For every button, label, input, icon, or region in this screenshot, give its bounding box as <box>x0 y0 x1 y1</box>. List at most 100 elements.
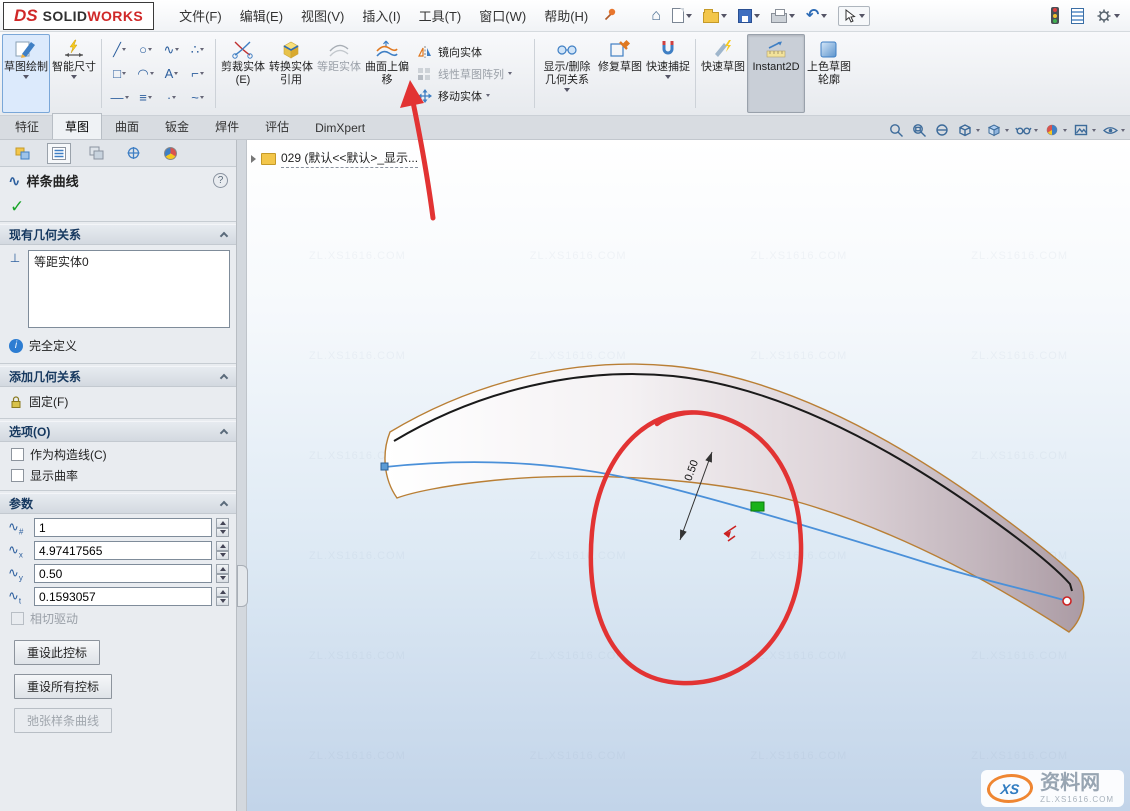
menu-file[interactable]: 文件(F) <box>170 0 231 32</box>
relax-spline-button[interactable]: 弛张样条曲线 <box>14 708 112 733</box>
checkbox[interactable] <box>11 448 24 461</box>
move-entities-button[interactable]: 移动实体 <box>416 88 526 104</box>
tab-features[interactable]: 特征 <box>2 113 52 139</box>
new-document-button[interactable] <box>672 8 692 23</box>
zoom-area-icon[interactable] <box>911 122 928 139</box>
undo-button[interactable]: ↶ <box>806 8 827 24</box>
tangent-drive-checkbox[interactable]: 相切驱动 <box>11 610 236 627</box>
view-settings-button[interactable] <box>1102 122 1125 139</box>
checkbox[interactable] <box>11 612 24 625</box>
spinner[interactable] <box>216 541 229 560</box>
spline-point-number-input[interactable] <box>34 518 212 537</box>
edit-appearance-button[interactable] <box>1044 122 1067 139</box>
select-tool-button[interactable] <box>838 6 870 26</box>
offset-entities-button[interactable]: 等距实体 <box>315 34 363 113</box>
section-view-icon[interactable] <box>934 122 951 139</box>
tab-evaluate[interactable]: 评估 <box>252 113 302 139</box>
rectangle-tool[interactable]: □ <box>107 62 132 85</box>
existing-relations-header[interactable]: 现有几何关系 <box>0 224 236 245</box>
menu-insert[interactable]: 插入(I) <box>353 0 409 32</box>
ellipse-tool[interactable]: ~ <box>185 86 210 109</box>
shaded-sketch-contours-button[interactable]: 上色草图轮廓 <box>805 34 853 113</box>
mirror-entities-button[interactable]: 镜向实体 <box>416 44 526 60</box>
spline-end-point[interactable] <box>1063 597 1071 605</box>
tab-dimxpert[interactable]: DimXpert <box>302 116 378 139</box>
smart-dimension-button[interactable]: 智能尺寸 <box>50 34 98 113</box>
rapid-sketch-button[interactable]: 快速草图 <box>699 34 747 113</box>
relation-item[interactable]: 等距实体0 <box>29 251 229 272</box>
menu-view[interactable]: 视图(V) <box>292 0 353 32</box>
display-manager-tab[interactable] <box>158 143 182 164</box>
tab-weldments[interactable]: 焊件 <box>202 113 252 139</box>
help-icon[interactable]: ? <box>213 173 228 188</box>
configuration-manager-tab[interactable] <box>84 143 108 164</box>
ok-button[interactable]: ✓ <box>10 197 24 217</box>
model-canvas[interactable]: 0.50 <box>247 140 1130 811</box>
zoom-fit-icon[interactable] <box>888 122 905 139</box>
tab-surfaces[interactable]: 曲面 <box>102 113 152 139</box>
point-tool[interactable]: ∴ <box>185 38 210 61</box>
fillet-tool[interactable]: ⌐ <box>185 62 210 85</box>
feature-manager-tab[interactable] <box>10 143 34 164</box>
pin-menu-icon[interactable] <box>603 7 617 24</box>
home-button[interactable]: ⌂ <box>651 8 661 24</box>
tab-sheet-metal[interactable]: 钣金 <box>152 113 202 139</box>
menu-window[interactable]: 窗口(W) <box>470 0 535 32</box>
circle-tool[interactable]: ○ <box>133 38 158 61</box>
offset-on-surface-button[interactable]: 曲面上偏移 <box>363 34 411 113</box>
spline-tool[interactable]: ∿ <box>159 38 184 61</box>
instant2d-button[interactable]: Instant2D <box>747 34 805 113</box>
menu-edit[interactable]: 编辑(E) <box>231 0 292 32</box>
arc-tool[interactable]: ◠ <box>133 62 158 85</box>
open-button[interactable] <box>703 9 727 23</box>
fix-relation-button[interactable]: 固定(F) <box>9 393 236 410</box>
apply-scene-button[interactable] <box>1073 122 1096 139</box>
spinner[interactable] <box>216 518 229 537</box>
line-tool[interactable]: ╱ <box>107 38 132 61</box>
panel-splitter[interactable] <box>237 140 247 811</box>
construction-tool[interactable]: · <box>159 86 184 109</box>
spline-start-handle[interactable] <box>381 463 388 470</box>
spinner[interactable] <box>216 587 229 606</box>
checkbox[interactable] <box>11 469 24 482</box>
convert-entities-button[interactable]: 转换实体引用 <box>267 34 315 113</box>
spinner[interactable] <box>216 564 229 583</box>
dimxpert-manager-tab[interactable] <box>121 143 145 164</box>
splitter-handle[interactable] <box>237 565 248 607</box>
tab-sketch[interactable]: 草图 <box>52 113 102 139</box>
view-orientation-button[interactable] <box>957 122 980 139</box>
display-delete-relations-button[interactable]: 显示/删除几何关系 <box>538 34 596 113</box>
quick-snaps-button[interactable]: 快速捕捉 <box>644 34 692 113</box>
repair-sketch-button[interactable]: 修复草图 <box>596 34 644 113</box>
hide-show-items-button[interactable] <box>1015 122 1038 139</box>
flyout-arrow-icon[interactable] <box>251 155 256 163</box>
show-curvature-checkbox[interactable]: 显示曲率 <box>11 467 236 484</box>
property-manager-tab[interactable] <box>47 143 71 164</box>
settings-button[interactable] <box>1096 8 1120 24</box>
save-button[interactable] <box>738 9 760 23</box>
trim-entities-button[interactable]: 剪裁实体(E) <box>219 34 267 113</box>
slot-tool[interactable]: ≡ <box>133 86 158 109</box>
relations-listbox[interactable]: 等距实体0 <box>28 250 230 328</box>
menu-help[interactable]: 帮助(H) <box>535 0 597 32</box>
add-relations-header[interactable]: 添加几何关系 <box>0 366 236 387</box>
spline-y-input[interactable] <box>34 564 212 583</box>
centerline-tool[interactable]: — <box>107 86 132 109</box>
breadcrumb[interactable]: 029 (默认<<默认>_显示... <box>251 149 418 168</box>
construction-line-checkbox[interactable]: 作为构造线(C) <box>11 446 236 463</box>
linear-sketch-pattern-button[interactable]: 线性草图阵列 <box>416 66 526 82</box>
parameters-header[interactable]: 参数 <box>0 493 236 514</box>
sketch-button[interactable]: 草图绘制 <box>2 34 50 113</box>
print-button[interactable] <box>771 8 795 23</box>
menu-tools[interactable]: 工具(T) <box>410 0 471 32</box>
surface-body[interactable] <box>385 364 1084 632</box>
selected-handle[interactable] <box>751 502 764 511</box>
spline-x-input[interactable] <box>34 541 212 560</box>
options-header[interactable]: 选项(O) <box>0 421 236 442</box>
graphics-viewport[interactable]: ZL.XS1616.COMZL.XS1616.COMZL.XS1616.COMZ… <box>247 140 1130 811</box>
spline-tangent-input[interactable] <box>34 587 212 606</box>
reset-all-handles-button[interactable]: 重设所有控标 <box>14 674 112 699</box>
text-tool[interactable]: A <box>159 62 184 85</box>
display-style-button[interactable] <box>986 122 1009 139</box>
reset-handle-button[interactable]: 重设此控标 <box>14 640 100 665</box>
